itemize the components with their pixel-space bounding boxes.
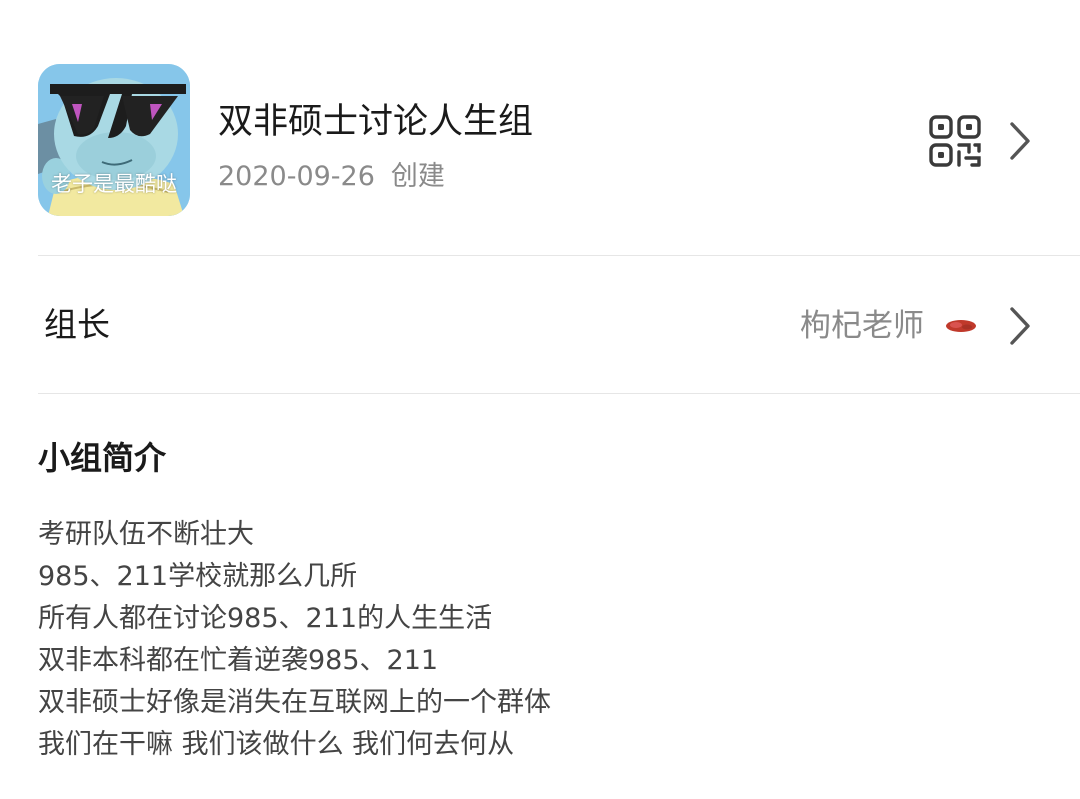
created-label: 创建 (390, 161, 445, 192)
chevron-right-icon[interactable] (1008, 121, 1032, 161)
created-date: 2020-09-26 (218, 161, 375, 192)
leader-name: 枸杞老师 (800, 308, 924, 344)
chevron-right-icon[interactable] (1008, 306, 1032, 346)
intro-heading: 小组简介 (38, 439, 167, 477)
group-header[interactable]: 老子是最酷哒 双非硕士讨论人生组 2020-09-26 创建 (0, 0, 1080, 256)
group-leader-row[interactable]: 组长 枸杞老师 (0, 256, 1080, 393)
intro-line: 双非硕士好像是消失在互联网上的一个群体 (38, 687, 551, 718)
avatar-caption: 老子是最酷哒 (51, 172, 177, 196)
created-info: 2020-09-26 创建 (218, 158, 445, 196)
group-avatar[interactable]: 老子是最酷哒 (38, 64, 190, 216)
intro-line: 双非本科都在忙着逆袭985、211 (38, 645, 439, 676)
intro-line: 所有人都在讨论985、211的人生生活 (38, 603, 493, 634)
intro-text: 考研队伍不断壮大 985、211学校就那么几所 所有人都在讨论985、211的人… (38, 514, 551, 766)
qr-code-icon[interactable] (928, 114, 982, 168)
divider (38, 393, 1080, 394)
intro-line: 我们在干嘛 我们该做什么 我们何去何从 (38, 729, 515, 760)
leader-badge-icon (944, 318, 978, 334)
intro-line: 985、211学校就那么几所 (38, 561, 358, 592)
group-name: 双非硕士讨论人生组 (218, 102, 534, 142)
intro-line: 考研队伍不断壮大 (38, 519, 254, 550)
leader-label: 组长 (44, 305, 110, 344)
